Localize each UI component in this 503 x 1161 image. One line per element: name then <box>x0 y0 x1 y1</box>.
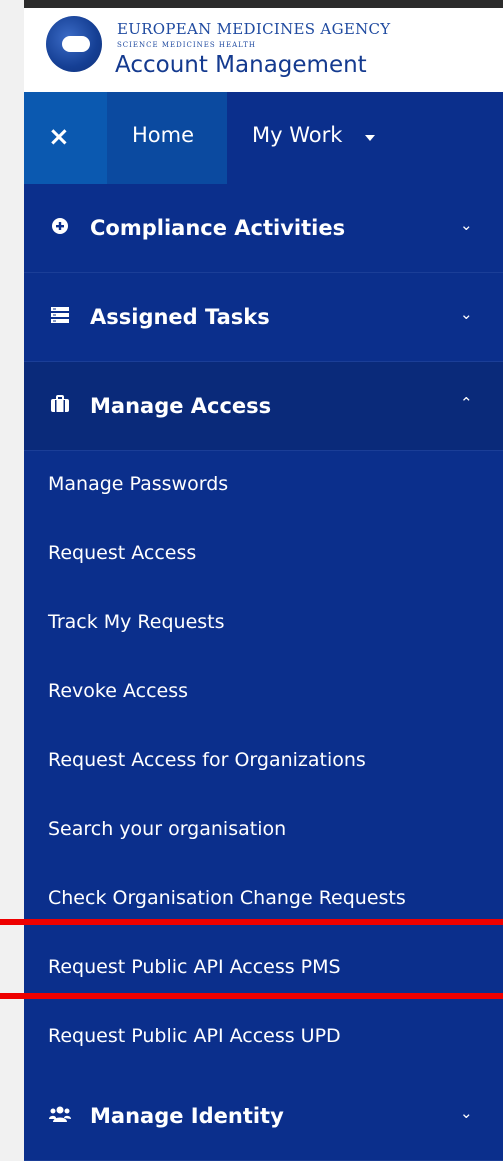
home-label: Home <box>132 123 195 147</box>
menu-item-request-access-organizations[interactable]: Request Access for Organizations <box>24 727 503 796</box>
briefcase-icon <box>51 395 69 412</box>
section-label: Compliance Activities <box>90 216 346 240</box>
menu-item-search-organisation[interactable]: Search your organisation <box>24 796 503 865</box>
org-tagline: SCIENCE MEDICINES HEALTH <box>117 41 256 49</box>
my-work-label: My Work <box>252 123 343 147</box>
caret-down-icon <box>365 135 375 141</box>
tab-home[interactable]: Home <box>107 92 227 184</box>
chevron-up-icon: ⌃ <box>460 394 473 412</box>
app-title[interactable]: Account Management <box>115 52 367 78</box>
org-name: EUROPEAN MEDICINES AGENCY <box>117 20 391 38</box>
chevron-down-icon: ⌄ <box>460 1104 473 1122</box>
close-icon: × <box>48 122 70 152</box>
menu-item-label: Request Access <box>48 542 197 564</box>
section-assigned-tasks[interactable]: Assigned Tasks ⌄ <box>24 273 503 362</box>
chevron-down-icon: ⌄ <box>460 216 473 234</box>
menu-item-label: Request Access for Organizations <box>48 749 366 771</box>
plus-circle-icon <box>52 218 68 234</box>
section-compliance-activities[interactable]: Compliance Activities ⌄ <box>24 184 503 273</box>
menu-item-label: Search your organisation <box>48 818 287 840</box>
list-icon <box>51 307 69 323</box>
ema-logo-icon <box>46 16 102 72</box>
menu-item-label: Check Organisation Change Requests <box>48 887 406 909</box>
menu-item-label: Track My Requests <box>48 611 225 633</box>
window-top-frame <box>0 0 503 8</box>
menu-item-track-my-requests[interactable]: Track My Requests <box>24 589 503 658</box>
menu-item-manage-passwords[interactable]: Manage Passwords <box>24 451 503 520</box>
menu-item-revoke-access[interactable]: Revoke Access <box>24 658 503 727</box>
section-label: Assigned Tasks <box>90 305 270 329</box>
highlight-line-bottom <box>0 993 503 999</box>
navigation-panel: EUROPEAN MEDICINES AGENCY SCIENCE MEDICI… <box>24 8 503 1161</box>
app-header: EUROPEAN MEDICINES AGENCY SCIENCE MEDICI… <box>24 8 503 92</box>
users-icon <box>49 1106 71 1122</box>
top-navigation: × Home My Work <box>24 92 503 184</box>
section-label: Manage Access <box>90 394 272 418</box>
chevron-down-icon: ⌄ <box>460 305 473 323</box>
menu-item-label: Revoke Access <box>48 680 189 702</box>
menu-item-request-access[interactable]: Request Access <box>24 520 503 589</box>
close-menu-button[interactable]: × <box>24 92 107 184</box>
menu-item-label: Request Public API Access PMS <box>48 956 341 978</box>
menu-item-request-public-api-upd[interactable]: Request Public API Access UPD <box>24 1003 503 1072</box>
page-left-gutter <box>0 0 24 1161</box>
section-label: Manage Identity <box>90 1104 284 1128</box>
manage-access-submenu: Manage Passwords Request Access Track My… <box>24 451 503 1072</box>
section-manage-identity[interactable]: Manage Identity ⌄ <box>24 1072 503 1161</box>
menu-item-label: Request Public API Access UPD <box>48 1025 341 1047</box>
highlight-line-top <box>0 919 503 925</box>
section-manage-access[interactable]: Manage Access ⌃ <box>24 362 503 451</box>
menu-item-label: Manage Passwords <box>48 473 229 495</box>
